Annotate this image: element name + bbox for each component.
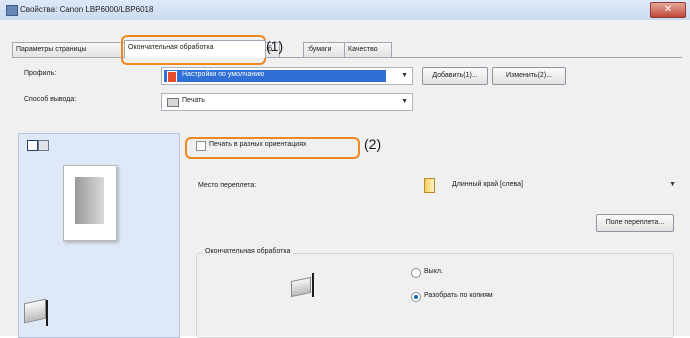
profile-value: Настройки по умолчанию [182, 71, 265, 78]
binding-edge-marker [312, 273, 314, 297]
callout-label-2: (2) [364, 136, 382, 152]
binding-dropdown[interactable]: Длинный край [слева] ▼ [410, 174, 680, 196]
title-bar: Свойства: Canon LBP6000/LBP6018 ✕ [0, 0, 690, 21]
window-title: Свойства: Canon LBP6000/LBP6018 [20, 5, 154, 14]
profile-icon [167, 71, 177, 83]
page-preview [63, 165, 117, 241]
profile-label: Профиль: [24, 70, 57, 77]
add-profile-button[interactable]: Добавить(1)... [422, 67, 488, 85]
edit-profile-button[interactable]: Изменить(2)... [492, 67, 566, 85]
page-view-icon[interactable] [27, 140, 38, 151]
binding-label: Место переплета: [198, 182, 257, 189]
tab-page-setup[interactable]: Параметры страницы [12, 42, 128, 57]
orientation-checkbox-label: Печать в разных ориентациях [209, 141, 307, 148]
chevron-down-icon: ▼ [401, 98, 408, 105]
printer-view-icon[interactable] [38, 140, 49, 151]
chevron-down-icon: ▼ [669, 181, 676, 188]
gutter-button[interactable]: Поле переплета... [596, 214, 674, 232]
chevron-down-icon: ▼ [401, 72, 408, 79]
document-icon [424, 178, 435, 193]
tab-quality[interactable]: Качество [344, 42, 392, 57]
printer-icon [6, 5, 18, 16]
output-method-value: Печать [182, 97, 205, 104]
callout-label-1: (1) [266, 38, 284, 54]
profile-dropdown[interactable]: Настройки по умолчанию ▼ [161, 67, 413, 85]
binding-edge-marker [46, 300, 48, 326]
tab-paper-source[interactable]: :бумаги [303, 42, 349, 57]
output-method-dropdown[interactable]: Печать ▼ [161, 93, 413, 111]
binding-value: Длинный край [слева] [452, 181, 523, 188]
close-button[interactable]: ✕ [650, 2, 686, 18]
tab-finishing[interactable]: Окончательная обработка [124, 40, 266, 58]
finishing-off-label: Выкл. [424, 268, 443, 275]
finishing-off-radio[interactable] [411, 268, 421, 278]
collate-label: Разобрать по копиям [424, 292, 493, 299]
output-method-label: Способ вывода: [24, 96, 77, 103]
page-content-block [75, 177, 104, 224]
printer-icon [167, 98, 179, 107]
finishing-group-label: Окончательная обработка [203, 248, 293, 255]
collate-radio[interactable] [411, 292, 421, 302]
orientation-checkbox[interactable] [196, 141, 206, 151]
